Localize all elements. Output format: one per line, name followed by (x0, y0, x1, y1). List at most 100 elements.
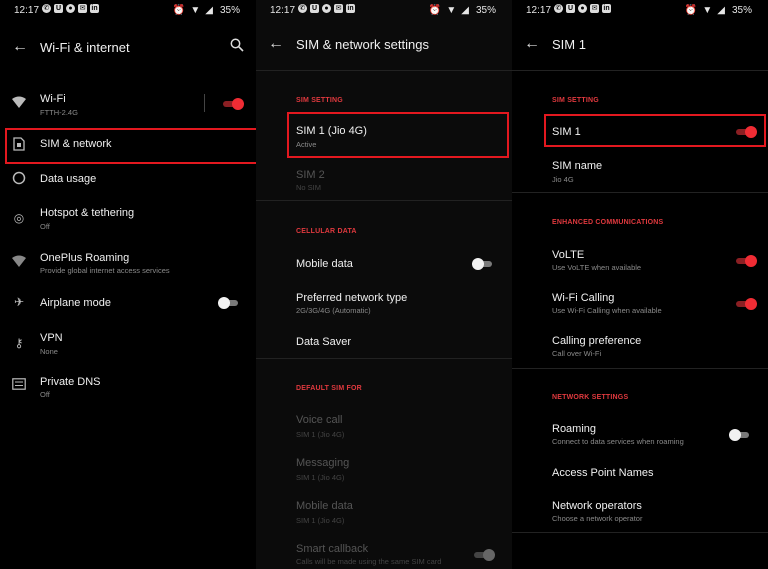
wifi-status-icon: ▼ (190, 5, 201, 16)
status-time: 12:17 (270, 5, 296, 16)
status-bar: 12:17 ✆ U ● ✉ in ⏰ ▼ ◢ 35% (256, 0, 512, 22)
linkedin-icon: in (346, 4, 355, 13)
page-title: Wi-Fi & internet (40, 40, 130, 55)
list-item-default-mobile-data: Mobile data SIM 1 (Jio 4G) (256, 498, 512, 528)
u-app-icon: U (54, 4, 63, 13)
list-item-preferred-network[interactable]: Preferred network type 2G/3G/4G (Automat… (256, 290, 512, 320)
volte-toggle[interactable] (734, 255, 757, 267)
voice-call-subtitle: SIM 1 (Jio 4G) (296, 430, 345, 439)
voice-call-title: Voice call (296, 414, 343, 426)
divider-line (204, 94, 205, 112)
wifi-title: Wi-Fi (40, 93, 66, 105)
system-icons: ⏰ ▼ ◢ 35% (429, 5, 496, 16)
roaming-subtitle: Connect to data services when roaming (552, 437, 684, 446)
wifi-icon (11, 96, 27, 112)
dns-subtitle: Off (40, 390, 50, 399)
vpn-title: VPN (40, 332, 63, 344)
list-item-airplane-mode[interactable]: ✈ Airplane mode (0, 293, 256, 315)
sim-network-settings-screen: 12:17 ✆ U ● ✉ in ⏰ ▼ ◢ 35% ← SIM & netwo… (256, 0, 512, 569)
divider (256, 200, 512, 201)
chrome-icon: ● (322, 4, 331, 13)
list-item-data-usage[interactable]: Data usage (0, 170, 256, 200)
wifi-status-icon: ▼ (702, 5, 713, 16)
data-saver-title: Data Saver (296, 336, 352, 348)
preferred-network-title: Preferred network type (296, 292, 408, 304)
list-item-private-dns[interactable]: Private DNS Off (0, 374, 256, 404)
signal-icon: ◢ (461, 5, 469, 16)
airplane-icon: ✈ (13, 295, 25, 309)
list-item-hotspot[interactable]: ◎ Hotspot & tethering Off (0, 206, 256, 236)
highlight-box (544, 114, 766, 147)
wifi-toggle[interactable] (221, 98, 244, 110)
signal-icon: ◢ (717, 5, 725, 16)
search-icon[interactable] (230, 38, 244, 57)
vpn-subtitle: None (40, 347, 58, 356)
smart-callback-title: Smart callback (296, 543, 369, 555)
list-item-calling-preference[interactable]: Calling preference Call over Wi-Fi (512, 333, 768, 363)
messaging-subtitle: SIM 1 (Jio 4G) (296, 473, 345, 482)
back-arrow-icon[interactable]: ← (268, 35, 284, 53)
divider (512, 368, 768, 369)
dns-title: Private DNS (40, 376, 101, 388)
section-enhanced-communications: ENHANCED COMMUNICATIONS (552, 219, 664, 226)
section-cellular-data: CELLULAR DATA (296, 228, 357, 235)
list-item-apn[interactable]: Access Point Names (512, 463, 768, 485)
divider (512, 192, 768, 193)
status-time: 12:17 (526, 5, 552, 16)
mail-icon: ✉ (78, 4, 87, 13)
default-mobile-data-subtitle: SIM 1 (Jio 4G) (296, 516, 345, 525)
mail-icon: ✉ (334, 4, 343, 13)
airplane-toggle[interactable] (218, 297, 240, 309)
section-network-settings: NETWORK SETTINGS (552, 394, 629, 401)
sim2-subtitle: No SIM (296, 183, 322, 192)
notification-icons: ✆ U ● ✉ in (554, 4, 611, 13)
network-operators-subtitle: Choose a network operator (552, 514, 643, 523)
list-item-sim-name[interactable]: SIM name Jio 4G (512, 158, 768, 188)
linkedin-icon: in (90, 4, 99, 13)
calling-preference-title: Calling preference (552, 335, 642, 347)
page-title: SIM 1 (552, 37, 586, 52)
preferred-network-subtitle: 2G/3G/4G (Automatic) (296, 306, 371, 315)
signal-icon: ◢ (205, 5, 213, 16)
list-item-data-saver[interactable]: Data Saver (256, 332, 512, 354)
list-item-oneplus-roaming[interactable]: OnePlus Roaming Provide global internet … (0, 251, 256, 281)
sim-name-title: SIM name (552, 160, 603, 172)
alarm-icon: ⏰ (428, 5, 442, 16)
list-item-volte[interactable]: VoLTE Use VoLTE when available (512, 247, 768, 277)
smart-callback-subtitle: Calls will be made using the same SIM ca… (296, 557, 442, 566)
divider (256, 70, 512, 71)
sim1-settings-screen: 12:17 ✆ U ● ✉ in ⏰ ▼ ◢ 35% ← SIM 1 SIM S… (512, 0, 768, 569)
section-default-sim: DEFAULT SIM FOR (296, 385, 362, 392)
mobile-data-toggle[interactable] (472, 258, 494, 270)
roaming-toggle[interactable] (729, 429, 751, 441)
list-item-vpn[interactable]: ⚷ VPN None (0, 330, 256, 360)
app-bar: ← SIM & network settings (256, 27, 512, 63)
list-item-wifi[interactable]: Wi-Fi FTTH-2.4G (0, 90, 256, 120)
back-arrow-icon[interactable]: ← (12, 38, 28, 56)
sim-name-subtitle: Jio 4G (552, 175, 574, 184)
wifi-calling-toggle[interactable] (734, 298, 757, 310)
back-arrow-icon[interactable]: ← (524, 35, 540, 53)
network-operators-title: Network operators (552, 500, 642, 512)
wifi-calling-title: Wi-Fi Calling (552, 292, 615, 304)
status-bar: 12:17 ✆ U ● ✉ in ⏰ ▼ ◢ 35% (0, 0, 256, 22)
data-usage-title: Data usage (40, 173, 97, 185)
list-item-network-operators[interactable]: Network operators Choose a network opera… (512, 498, 768, 528)
wifi-calling-subtitle: Use Wi-Fi Calling when available (552, 306, 662, 315)
smart-callback-toggle (472, 549, 495, 561)
highlight-box (5, 128, 256, 164)
divider (512, 70, 768, 71)
messaging-title: Messaging (296, 457, 350, 469)
sim2-title: SIM 2 (296, 169, 325, 181)
list-item-wifi-calling[interactable]: Wi-Fi Calling Use Wi-Fi Calling when ava… (512, 290, 768, 320)
roaming-title: OnePlus Roaming (40, 252, 130, 264)
hotspot-title: Hotspot & tethering (40, 207, 135, 219)
mobile-data-title: Mobile data (296, 258, 353, 270)
chrome-icon: ● (66, 4, 75, 13)
wifi-subtitle: FTTH-2.4G (40, 108, 78, 117)
list-item-messaging: Messaging SIM 1 (Jio 4G) (256, 455, 512, 485)
volte-subtitle: Use VoLTE when available (552, 263, 642, 272)
list-item-mobile-data[interactable]: Mobile data (256, 254, 512, 276)
battery-text: 35% (219, 5, 240, 16)
list-item-roaming[interactable]: Roaming Connect to data services when ro… (512, 421, 768, 451)
